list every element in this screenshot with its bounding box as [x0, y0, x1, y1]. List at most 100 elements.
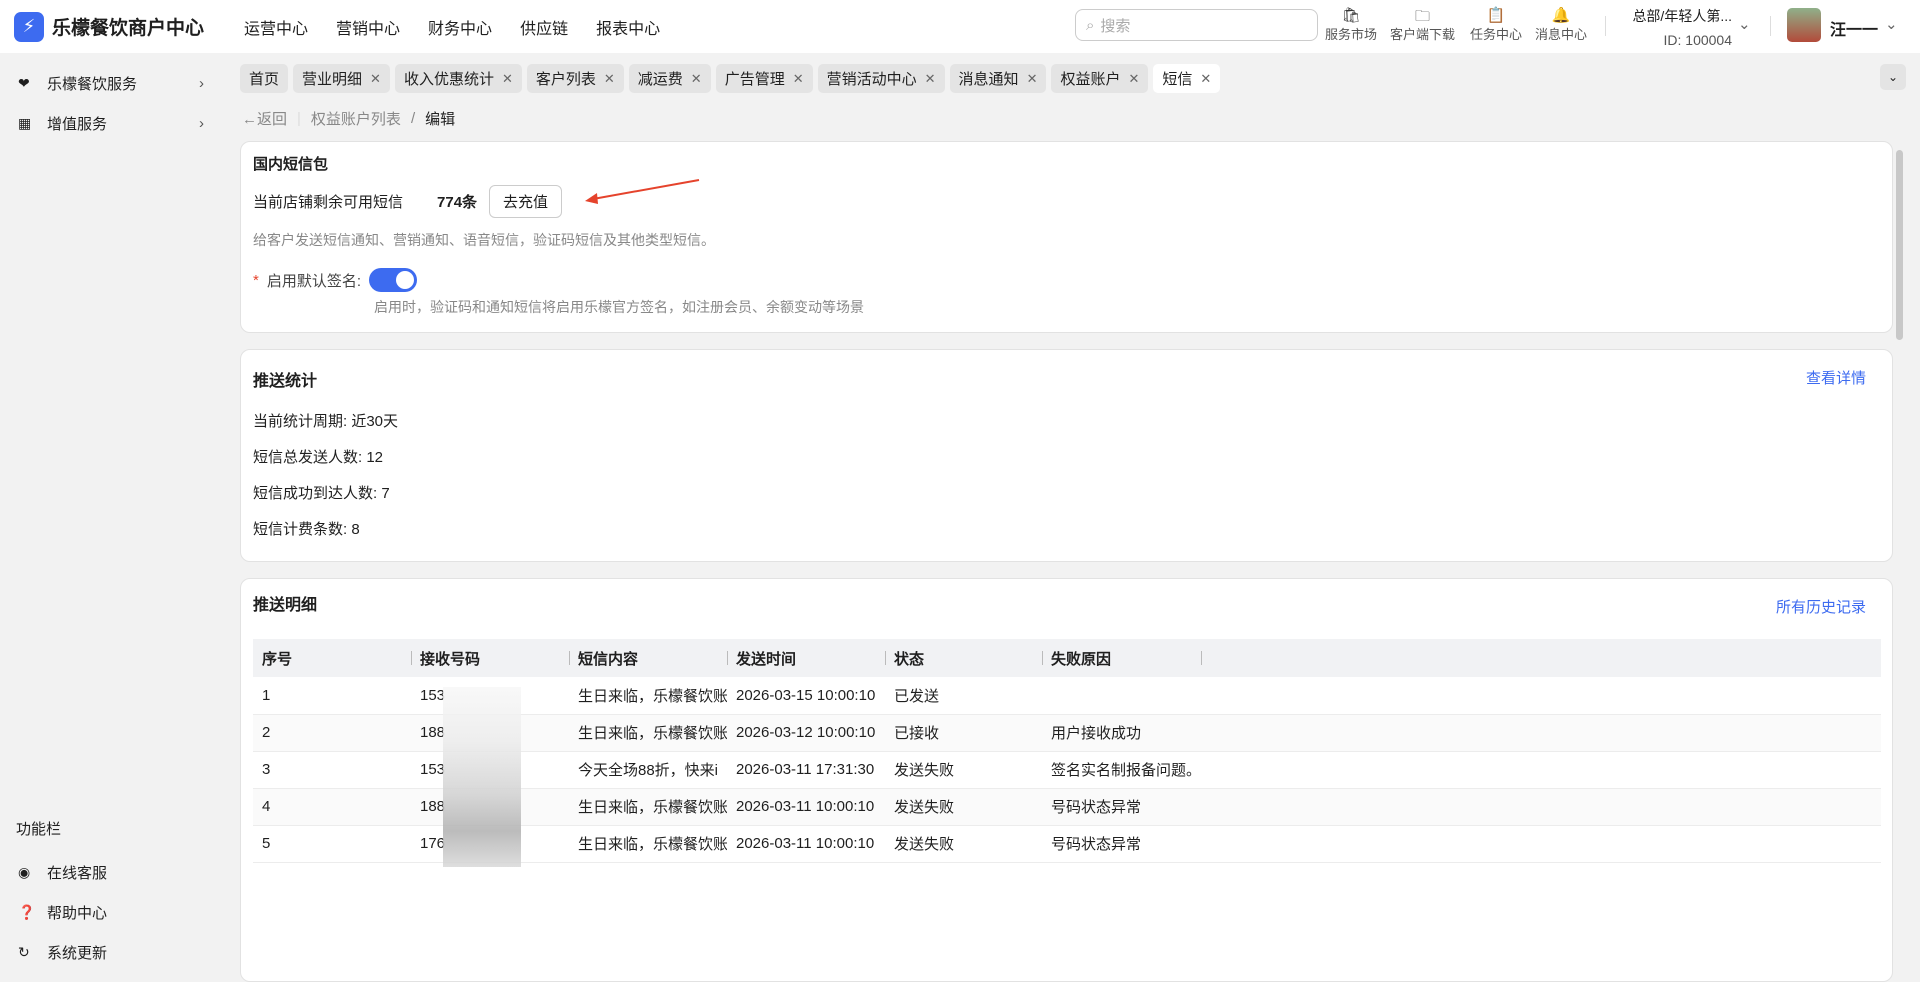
- table-cell: 3: [253, 751, 411, 789]
- signature-toggle[interactable]: [369, 268, 418, 292]
- tab-label: 营销活动中心: [826, 71, 917, 88]
- card-title: 推送统计: [253, 373, 318, 390]
- shop-bag-icon: 🛍: [1341, 7, 1361, 24]
- tab[interactable]: 广告管理 ✕: [715, 64, 813, 93]
- sidebar-item-update[interactable]: ↻ 系统更新: [0, 932, 224, 972]
- column-header-empty: [1201, 639, 1881, 677]
- back-label: 返回: [257, 111, 288, 128]
- stat-period: 当前统计周期: 近30天: [253, 413, 399, 430]
- tab-menu-chevron-icon[interactable]: ⌄: [1880, 64, 1906, 90]
- nav-ops[interactable]: 运营中心: [244, 15, 308, 39]
- service-market-button[interactable]: 🛍 服务市场: [1325, 6, 1377, 43]
- tab-label: 收入优惠统计: [403, 71, 494, 88]
- card-title: 推送明细: [253, 597, 318, 614]
- tab-sms-active[interactable]: 短信 ✕: [1153, 64, 1221, 93]
- chevron-down-icon[interactable]: ⌄: [1885, 15, 1898, 33]
- nav-finance[interactable]: 财务中心: [428, 15, 492, 39]
- sidebar-label: 增值服务: [47, 115, 108, 133]
- breadcrumb-parent[interactable]: 权益账户列表: [311, 108, 401, 129]
- close-icon[interactable]: ✕: [793, 71, 804, 87]
- close-icon[interactable]: ✕: [370, 71, 381, 87]
- stat-total-recipients: 短信总发送人数: 12: [253, 449, 384, 466]
- table-cell: [1201, 751, 1881, 789]
- signature-hint: 启用时，验证码和通知短信将启用乐檬官方签名，如注册会员、余额变动等场景: [374, 299, 864, 315]
- table-cell: [1201, 677, 1881, 715]
- close-icon[interactable]: ✕: [925, 71, 936, 87]
- brand-logo-icon: ⚡: [14, 11, 44, 42]
- nav-marketing[interactable]: 营销中心: [336, 15, 400, 39]
- nav-supply[interactable]: 供应链: [520, 15, 568, 39]
- tab[interactable]: 消息通知 ✕: [949, 64, 1047, 93]
- column-header: 序号: [253, 639, 411, 677]
- tab-home[interactable]: 首页: [240, 64, 289, 93]
- table-cell: 用户接收成功: [1042, 714, 1202, 752]
- folder-download-icon: 🗀: [1415, 8, 1431, 25]
- search-icon: ⌕: [1086, 16, 1095, 34]
- tab[interactable]: 营业明细 ✕: [293, 64, 390, 93]
- table-cell: [1201, 825, 1881, 863]
- table-cell: 已接收: [885, 714, 1042, 752]
- task-center-button[interactable]: 📋 任务中心: [1470, 6, 1522, 43]
- table-cell: 已发送: [885, 677, 1042, 715]
- close-icon[interactable]: ✕: [1128, 71, 1139, 87]
- tab-label: 权益账户: [1060, 71, 1121, 88]
- org-id: ID: 100004: [1663, 32, 1733, 48]
- tab-label: 减运费: [637, 71, 683, 88]
- table-cell: 签名实名制报备问题。: [1042, 751, 1202, 789]
- nav-reports[interactable]: 报表中心: [596, 15, 660, 39]
- table-cell: [1201, 788, 1881, 826]
- redacted-phone-mosaic: [443, 687, 521, 867]
- tab[interactable]: 营销活动中心 ✕: [817, 64, 945, 93]
- table-cell: 生日来临，乐檬餐饮账: [569, 788, 727, 826]
- view-details-link[interactable]: 查看详情: [1806, 367, 1866, 388]
- table-cell: 号码状态异常: [1042, 825, 1202, 863]
- grid-plus-icon: ▦: [18, 114, 32, 131]
- search-input[interactable]: ⌕ 搜索: [1075, 9, 1318, 41]
- close-icon[interactable]: ✕: [502, 71, 513, 87]
- close-icon[interactable]: ✕: [691, 71, 702, 87]
- chevron-down-icon[interactable]: ⌄: [1738, 15, 1751, 33]
- scrollbar[interactable]: [1896, 150, 1903, 340]
- org-switcher[interactable]: 总部/年轻人第... ID: 100004: [1620, 6, 1732, 48]
- bell-icon: 🔔: [1551, 7, 1571, 24]
- avatar[interactable]: [1787, 8, 1821, 42]
- tool-label: 消息中心: [1535, 27, 1588, 42]
- user-name[interactable]: 汪一一: [1830, 16, 1878, 40]
- message-center-button[interactable]: 🔔 消息中心: [1535, 6, 1587, 43]
- sidebar-item-support[interactable]: ◉ 在线客服: [0, 852, 224, 892]
- table-cell: 今天全场88折，快来i: [569, 751, 727, 789]
- sidebar-item-service[interactable]: ❤ 乐檬餐饮服务 ›: [0, 63, 224, 103]
- table-cell: 2026-03-12 10:00:10: [727, 714, 885, 752]
- client-download-button[interactable]: 🗀 客户端下载: [1390, 6, 1455, 43]
- column-header: 状态: [885, 639, 1042, 677]
- tab[interactable]: 权益账户 ✕: [1051, 64, 1149, 93]
- help-icon: ❓: [18, 903, 36, 920]
- column-header: 短信内容: [569, 639, 727, 677]
- sidebar: ❤ 乐檬餐饮服务 › ▦ 增值服务 › 功能栏 ◉ 在线客服 ❓ 帮助中心 ↻ 系统更新: [0, 53, 224, 982]
- recharge-button[interactable]: 去充值: [489, 185, 563, 218]
- tool-label: 服务市场: [1325, 27, 1378, 42]
- table-cell: 1: [253, 677, 411, 715]
- history-link[interactable]: 所有历史记录: [1776, 596, 1866, 617]
- table-cell: 2026-03-11 17:31:30: [727, 751, 885, 789]
- table-cell: 2: [253, 714, 411, 752]
- stat-success-recipients: 短信成功到达人数: 7: [253, 485, 390, 502]
- headset-icon: ◉: [18, 863, 31, 880]
- close-icon[interactable]: ✕: [1027, 71, 1038, 87]
- table-header: 序号 接收号码 短信内容 发送时间 状态 失败原因: [253, 639, 1881, 677]
- table-cell: 生日来临，乐檬餐饮账: [569, 677, 727, 715]
- heart-icon: ❤: [18, 74, 30, 91]
- table-cell: 发送失败: [885, 788, 1042, 826]
- top-bar: ⚡ 乐檬餐饮商户中心 运营中心 营销中心 财务中心 供应链 报表中心 ⌕ 搜索 🛍…: [0, 0, 1920, 53]
- sidebar-item-value-added[interactable]: ▦ 增值服务 ›: [0, 103, 224, 143]
- table-cell: 2026-03-11 10:00:10: [727, 788, 885, 826]
- tab[interactable]: 减运费 ✕: [628, 64, 711, 93]
- sidebar-item-help[interactable]: ❓ 帮助中心: [0, 892, 224, 932]
- back-link[interactable]: ←返回: [242, 108, 287, 129]
- close-icon[interactable]: ✕: [604, 71, 615, 87]
- required-mark: *: [253, 271, 259, 289]
- close-icon[interactable]: ✕: [1200, 71, 1211, 87]
- tab[interactable]: 收入优惠统计 ✕: [394, 64, 522, 93]
- tab[interactable]: 客户列表 ✕: [526, 64, 624, 93]
- org-name: 总部/年轻人第...: [1632, 8, 1732, 24]
